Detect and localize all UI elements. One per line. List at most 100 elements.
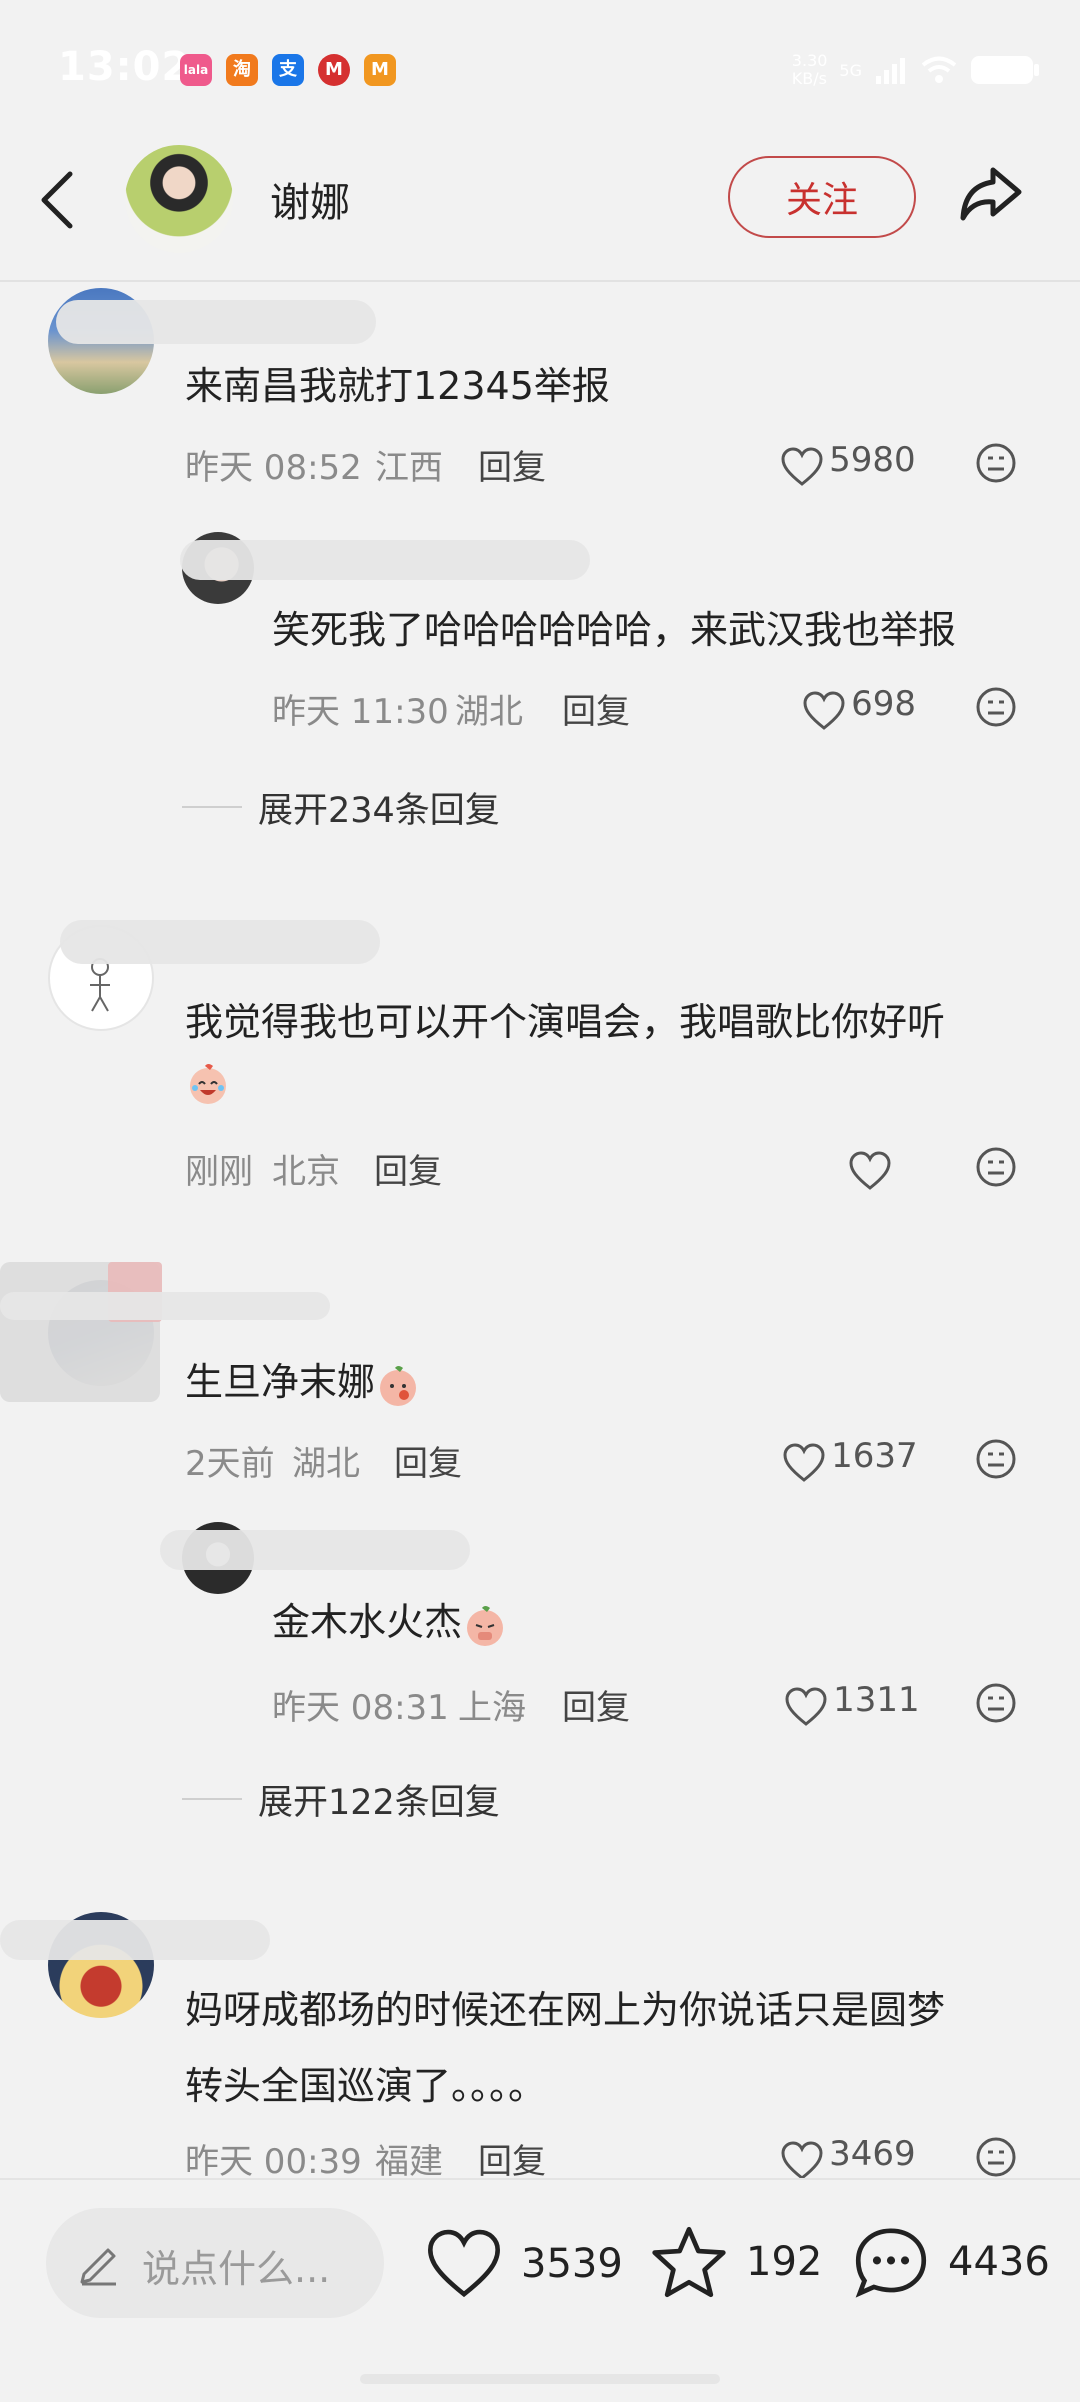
reply-button[interactable]: 回复 xyxy=(394,1436,462,1485)
battery-icon xyxy=(971,56,1039,84)
like-button[interactable]: 1311 xyxy=(784,1680,920,1727)
heart-icon xyxy=(783,1442,825,1482)
status-bar: 13:02 lala 淘 支 M M 3.30 KB/s 5G xyxy=(0,0,1080,140)
net-speed: 3.30 KB/s xyxy=(791,51,828,88)
star-icon xyxy=(652,2226,726,2298)
post-comment-count: 4436 xyxy=(948,2239,1050,2285)
post-comment-button[interactable]: 4436 xyxy=(852,2224,1050,2300)
post-favorite-button[interactable]: 192 xyxy=(650,2224,822,2300)
app-icon-4: M xyxy=(318,54,350,86)
follow-button[interactable]: 关注 xyxy=(728,156,916,238)
network-type: 5G xyxy=(839,60,862,80)
comment-text-line1: 妈呀成都场的时候还在网上为你说话只是圆梦 xyxy=(185,1988,946,2032)
heart-icon xyxy=(849,1150,891,1190)
header-divider xyxy=(0,280,1080,282)
like-button[interactable]: 5980 xyxy=(780,440,916,487)
comment-location: 江西 xyxy=(375,448,443,488)
dislike-button[interactable] xyxy=(975,2136,1017,2182)
reply-location: 上海 xyxy=(458,1688,526,1728)
username-blurred xyxy=(0,1292,330,1320)
app-icon-2: 淘 xyxy=(226,54,258,86)
comment-location: 湖北 xyxy=(292,1444,360,1484)
like-count: 3469 xyxy=(829,2134,916,2174)
dislike-button[interactable] xyxy=(975,442,1017,488)
reply-button[interactable]: 回复 xyxy=(478,440,546,489)
comment-time: 刚刚 xyxy=(185,1152,253,1192)
back-button[interactable] xyxy=(38,170,98,250)
expand-line xyxy=(182,806,242,808)
expand-replies-button[interactable]: 展开122条回复 xyxy=(258,1774,500,1825)
reply-text: 金木水火杰 xyxy=(272,1592,508,1652)
dislike-button[interactable] xyxy=(975,686,1017,732)
like-button[interactable]: 1637 xyxy=(782,1436,918,1483)
comment-text: 生旦净末娜 xyxy=(185,1352,421,1412)
status-time: 13:02 xyxy=(58,44,191,90)
heart-icon xyxy=(781,2140,823,2180)
reply-location: 湖北 xyxy=(455,692,523,732)
heart-icon xyxy=(781,446,823,486)
username-blurred xyxy=(60,920,380,964)
like-count: 1311 xyxy=(833,1680,920,1720)
comment-time: 昨天 00:39 xyxy=(185,2142,362,2182)
post-like-count: 3539 xyxy=(521,2241,623,2287)
post-like-button[interactable]: 3539 xyxy=(425,2228,623,2300)
comment-text: 来南昌我就打12345举报 xyxy=(185,364,610,408)
post-favorite-count: 192 xyxy=(746,2239,823,2285)
username-blurred xyxy=(160,1530,470,1570)
neutral-face-icon xyxy=(976,1683,1016,1723)
share-icon xyxy=(960,167,1022,221)
heart-icon xyxy=(803,690,845,730)
reply-button[interactable]: 回复 xyxy=(562,1680,630,1729)
comment-location: 福建 xyxy=(375,2142,443,2182)
heart-icon xyxy=(785,1686,827,1726)
comment-location: 北京 xyxy=(272,1152,340,1192)
neutral-face-icon xyxy=(976,687,1016,727)
back-arrow-icon xyxy=(41,171,73,229)
like-count: 5980 xyxy=(829,440,916,480)
comment-text-line2: 转头全国巡演了。。。。 xyxy=(185,2064,547,2108)
neutral-face-icon xyxy=(976,443,1016,483)
comment-time: 2天前 xyxy=(185,1444,275,1484)
like-count: 698 xyxy=(851,684,916,724)
peach-emoji-icon xyxy=(380,1365,417,1406)
like-button[interactable]: 3469 xyxy=(780,2134,916,2181)
username-blurred xyxy=(56,300,376,344)
dislike-button[interactable] xyxy=(975,1438,1017,1484)
neutral-face-icon xyxy=(976,1439,1016,1479)
laughing-emoji-icon xyxy=(185,1060,231,1106)
reply-button[interactable]: 回复 xyxy=(478,2134,546,2183)
username-blurred xyxy=(0,1920,270,1960)
reply-button[interactable]: 回复 xyxy=(374,1144,442,1193)
username-blurred xyxy=(180,540,590,580)
status-indicators: 3.30 KB/s 5G xyxy=(792,52,1040,88)
pencil-icon xyxy=(80,2248,116,2286)
heart-icon xyxy=(428,2229,500,2298)
dislike-button[interactable] xyxy=(975,1682,1017,1728)
share-button[interactable] xyxy=(955,160,1030,235)
like-button[interactable]: 698 xyxy=(802,684,916,731)
app-icon-1: lala xyxy=(180,54,212,86)
app-icon-5: M xyxy=(364,54,396,86)
app-icon-3: 支 xyxy=(272,54,304,86)
comment-input-placeholder: 说点什么... xyxy=(142,2247,331,2291)
reply-time: 昨天 08:31 xyxy=(272,1688,449,1728)
reply-text: 笑死我了哈哈哈哈哈哈，来武汉我也举报 xyxy=(272,608,957,652)
neutral-face-icon xyxy=(976,1147,1016,1187)
dislike-button[interactable] xyxy=(975,1146,1017,1192)
reply-text-content: 金木水火杰 xyxy=(272,1600,463,1644)
author-avatar[interactable] xyxy=(125,145,233,253)
author-name[interactable]: 谢娜 xyxy=(270,170,350,228)
neutral-face-icon xyxy=(976,2137,1016,2177)
signal-icon xyxy=(876,58,905,84)
expand-replies-button[interactable]: 展开234条回复 xyxy=(258,782,500,833)
home-indicator[interactable] xyxy=(360,2374,720,2384)
like-count: 1637 xyxy=(831,1436,918,1476)
reply-button[interactable]: 回复 xyxy=(562,684,630,733)
peach-emoji-icon xyxy=(467,1605,504,1646)
wifi-icon xyxy=(921,56,957,83)
like-button[interactable] xyxy=(848,1144,892,1191)
expand-line xyxy=(182,1798,242,1800)
comment-bubble-icon xyxy=(855,2228,927,2298)
comment-text: 我觉得我也可以开个演唱会，我唱歌比你好听 xyxy=(185,1000,946,1044)
comment-text-content: 生旦净末娜 xyxy=(185,1360,376,1404)
